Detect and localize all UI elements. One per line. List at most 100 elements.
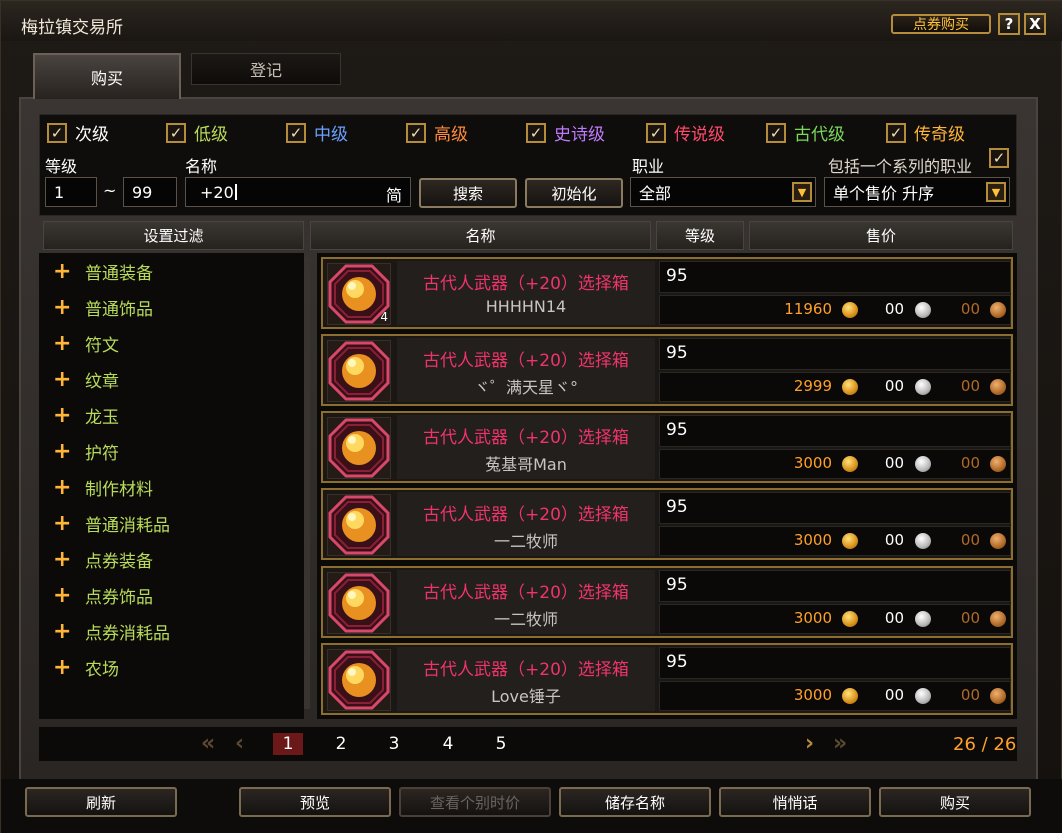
level-max-input[interactable]: 99	[123, 177, 177, 207]
category-item[interactable]: + 符文	[53, 331, 119, 356]
category-item[interactable]: + 普通饰品	[53, 295, 153, 320]
plus-icon[interactable]: +	[53, 475, 85, 500]
plus-icon[interactable]: +	[53, 511, 85, 536]
page-number[interactable]: 5	[486, 733, 516, 755]
category-item[interactable]: + 龙玉	[53, 403, 119, 428]
price-copper: 00	[960, 609, 980, 627]
plus-icon[interactable]: +	[53, 295, 85, 320]
page-number[interactable]: 3	[379, 733, 409, 755]
plus-icon[interactable]: +	[53, 259, 85, 284]
item-price-cell: 11960 00 00	[659, 295, 1011, 325]
item-orb-icon[interactable]	[327, 494, 391, 556]
rarity-checkbox[interactable]: ✓ 低级	[166, 120, 228, 145]
gold-coin-icon	[842, 379, 858, 395]
category-item[interactable]: + 农场	[53, 655, 119, 680]
price-silver: 00	[884, 300, 904, 318]
help-icon[interactable]: ?	[998, 13, 1020, 35]
gold-coin-icon	[842, 611, 858, 627]
next-page-icon[interactable]: ›	[805, 731, 814, 756]
tab-register[interactable]: 登记	[191, 53, 341, 85]
page-number[interactable]: 1	[273, 733, 303, 755]
job-dropdown[interactable]: 全部 ▼	[630, 177, 816, 207]
rarity-checkbox[interactable]: ✓ 史诗级	[526, 120, 605, 145]
plus-icon[interactable]: +	[53, 655, 85, 680]
page-number[interactable]: 2	[326, 733, 356, 755]
plus-icon[interactable]: +	[53, 439, 85, 464]
category-item[interactable]: + 普通装备	[53, 259, 153, 284]
checkmark-icon: ✓	[646, 122, 666, 143]
sidebar-scrollbar[interactable]	[304, 257, 310, 709]
item-orb-icon[interactable]: 4	[327, 263, 391, 325]
item-orb-icon[interactable]	[327, 340, 391, 402]
search-button[interactable]: 搜索	[419, 178, 517, 208]
rarity-checkbox[interactable]: ✓ 古代级	[766, 120, 845, 145]
category-item[interactable]: + 制作材料	[53, 475, 153, 500]
rarity-checkbox[interactable]: ✓ 传奇级	[886, 120, 965, 145]
chevron-down-icon[interactable]: ▼	[986, 182, 1006, 202]
plus-icon[interactable]: +	[53, 331, 85, 356]
rarity-checkbox[interactable]: ✓ 高级	[406, 120, 468, 145]
buy-button[interactable]: 购买	[879, 787, 1031, 817]
plus-icon[interactable]: +	[53, 367, 85, 392]
first-page-icon[interactable]: «	[201, 731, 215, 756]
title-bar[interactable]: 梅拉镇交易所 点券购买 ? X	[1, 1, 1062, 41]
name-column-header[interactable]: 名称	[310, 221, 651, 250]
chevron-down-icon[interactable]: ▼	[792, 182, 812, 202]
plus-icon[interactable]: +	[53, 547, 85, 572]
reset-button[interactable]: 初始化	[525, 178, 623, 208]
copper-coin-icon	[990, 379, 1006, 395]
refresh-button[interactable]: 刷新	[25, 787, 177, 817]
cash-shop-button[interactable]: 点券购买	[891, 14, 991, 34]
item-orb-icon[interactable]	[327, 572, 391, 634]
price-gold: 11960	[784, 300, 832, 318]
seller-name: 菟基哥Man	[485, 455, 567, 474]
category-label: 符文	[85, 336, 119, 356]
tab-buy[interactable]: 购买	[33, 53, 181, 99]
name-search-input[interactable]: +20 简	[185, 177, 411, 207]
plus-icon[interactable]: +	[53, 583, 85, 608]
save-name-button[interactable]: 储存名称	[559, 787, 711, 817]
item-orb-icon[interactable]	[327, 417, 391, 479]
whisper-button[interactable]: 悄悄话	[719, 787, 871, 817]
category-label: 点券饰品	[85, 588, 153, 608]
level-min-input[interactable]: 1	[45, 177, 97, 207]
category-item[interactable]: + 普通消耗品	[53, 511, 170, 536]
category-item[interactable]: + 点券饰品	[53, 583, 153, 608]
item-price-cell: 3000 00 00	[659, 681, 1011, 711]
level-column-header[interactable]: 等级	[656, 221, 744, 250]
listing-row[interactable]: 古代人武器（+20）选择箱 一二牧师 95 3000 00 00	[321, 488, 1013, 560]
listing-row[interactable]: 古代人武器（+20）选择箱 ヾ゜满天星ヾ° 95 2999 00 00	[321, 334, 1013, 406]
rarity-checkbox[interactable]: ✓ 传说级	[646, 120, 725, 145]
page-count: 26 / 26	[953, 734, 1017, 755]
price-copper: 00	[960, 454, 980, 472]
item-name: 古代人武器（+20）选择箱	[423, 505, 629, 525]
last-page-icon[interactable]: »	[833, 731, 847, 756]
listing-row[interactable]: 古代人武器（+20）选择箱 Love锤子 95 3000 00 00	[321, 643, 1013, 715]
plus-icon[interactable]: +	[53, 403, 85, 428]
name-label: 名称	[185, 157, 218, 176]
preview-button[interactable]: 预览	[239, 787, 391, 817]
listing-row[interactable]: 古代人武器（+20）选择箱 菟基哥Man 95 3000 00 00	[321, 411, 1013, 483]
prev-page-icon[interactable]: ‹	[235, 731, 244, 756]
listing-row[interactable]: 4 古代人武器（+20）选择箱 HHHHN14 95 11960 00 00	[321, 257, 1013, 329]
category-item[interactable]: + 护符	[53, 439, 119, 464]
page-number[interactable]: 4	[433, 733, 463, 755]
listing-row[interactable]: 古代人武器（+20）选择箱 一二牧师 95 3000 00 00	[321, 566, 1013, 638]
series-checkbox[interactable]: ✓	[989, 148, 1017, 168]
rarity-label: 次级	[75, 125, 109, 145]
category-label: 农场	[85, 660, 119, 680]
item-price-cell: 3000 00 00	[659, 526, 1011, 556]
job-dropdown-value: 全部	[639, 184, 672, 203]
category-item[interactable]: + 纹章	[53, 367, 119, 392]
rarity-checkbox[interactable]: ✓ 中级	[286, 120, 348, 145]
category-item[interactable]: + 点券消耗品	[53, 619, 170, 644]
plus-icon[interactable]: +	[53, 619, 85, 644]
category-item[interactable]: + 点券装备	[53, 547, 153, 572]
price-column-header[interactable]: 售价	[749, 221, 1013, 250]
item-orb-icon[interactable]	[327, 649, 391, 711]
item-name: 古代人武器（+20）选择箱	[423, 274, 629, 294]
sort-dropdown[interactable]: 单个售价 升序 ▼	[824, 177, 1010, 207]
pagination-bar	[39, 727, 1017, 761]
rarity-checkbox[interactable]: ✓ 次级	[47, 120, 109, 145]
close-icon[interactable]: X	[1024, 13, 1046, 35]
